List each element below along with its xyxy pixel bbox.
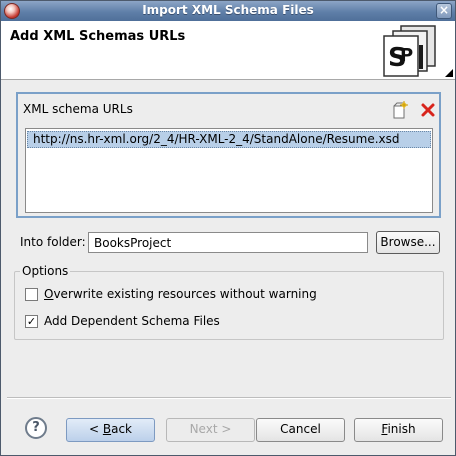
overwrite-label[interactable]: Overwrite existing resources without war… — [44, 287, 317, 301]
browse-button[interactable]: Browse... — [376, 231, 440, 254]
finish-label: inish — [387, 422, 416, 436]
remove-url-icon[interactable] — [419, 101, 437, 119]
import-dialog: Import XML Schema Files × Add XML Schema… — [0, 0, 456, 456]
finish-button[interactable]: Finish — [354, 418, 443, 442]
url-list[interactable]: http://ns.hr-xml.org/2_4/HR-XML-2_4/Stan… — [25, 128, 433, 213]
folder-label: Into folder: — [20, 235, 86, 249]
back-label: < Back — [88, 422, 132, 436]
close-icon[interactable]: × — [436, 3, 452, 19]
overwrite-checkbox[interactable] — [25, 288, 38, 301]
list-item[interactable]: http://ns.hr-xml.org/2_4/HR-XML-2_4/Stan… — [27, 131, 431, 148]
folder-input[interactable] — [88, 232, 368, 253]
next-button[interactable]: Next > — [166, 418, 255, 442]
schema-wizard-icon: S P — [383, 25, 453, 77]
window-title: Import XML Schema Files — [142, 3, 314, 17]
svg-text:P: P — [400, 45, 413, 66]
back-button[interactable]: < Back — [66, 418, 155, 442]
cancel-button[interactable]: Cancel — [256, 418, 345, 442]
xml-schema-urls-group: XML schema URLs http://ns.hr-xml.org/2_4… — [16, 92, 441, 218]
options-group — [14, 271, 444, 340]
mnemonic-b: B — [102, 422, 112, 436]
dependent-schema-label[interactable]: Add Dependent Schema Files — [44, 314, 220, 328]
options-label: Options — [20, 264, 71, 278]
help-icon[interactable]: ? — [25, 417, 47, 439]
wizard-header: Add XML Schemas URLs S P — [1, 21, 455, 80]
title-bar[interactable]: Import XML Schema Files × — [1, 1, 455, 21]
page-title: Add XML Schemas URLs — [10, 29, 186, 44]
overwrite-label-text: verwrite existing resources without warn… — [53, 287, 317, 301]
dependent-schema-checkbox[interactable]: ✓ — [25, 315, 38, 328]
add-url-icon[interactable] — [391, 101, 409, 119]
button-bar-separator — [7, 397, 451, 399]
group-label: XML schema URLs — [23, 102, 133, 116]
